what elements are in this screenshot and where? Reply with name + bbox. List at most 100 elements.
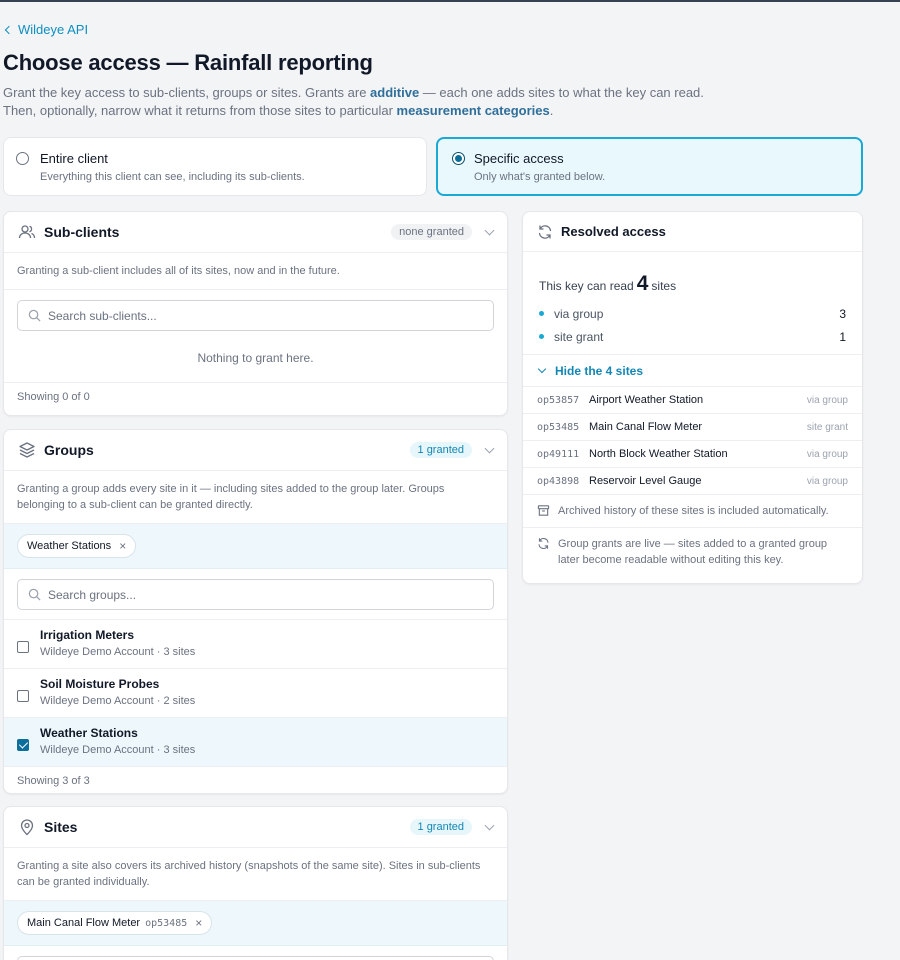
card-description: Granting a sub-client includes all of it…: [4, 253, 507, 290]
list-footer: Showing 0 of 0: [17, 391, 90, 403]
card-title: Sub-clients: [44, 224, 120, 240]
mode-option-entire-client[interactable]: Entire client Everything this client can…: [3, 137, 427, 196]
site-name: North Block Weather Station: [589, 448, 728, 460]
breakdown-count: 1: [839, 329, 846, 344]
checkbox[interactable]: [17, 641, 29, 653]
group-row[interactable]: Weather Stations Wildeye Demo Account · 3…: [4, 718, 507, 767]
refresh-icon: [538, 537, 549, 550]
archive-icon: [537, 505, 550, 516]
intro-text: Then, optionally, narrow what it returns…: [3, 103, 397, 118]
mode-description: Everything this client can see, includin…: [40, 171, 305, 183]
sites-card: Sites 1 granted Granting a site also cov…: [3, 806, 508, 960]
site-code: op53857: [537, 394, 580, 406]
summary-text: This key can read: [539, 279, 634, 293]
search-input[interactable]: [48, 308, 493, 323]
page-intro: Grant the key access to sub-clients, gro…: [3, 84, 723, 120]
chevron-left-icon: [4, 25, 14, 34]
list-footer: Showing 3 of 3: [17, 775, 90, 787]
chevron-down-icon[interactable]: [484, 443, 495, 453]
groups-search[interactable]: [17, 579, 494, 610]
resolved-site-row: op49111 North Block Weather Station via gr…: [523, 441, 862, 468]
resolved-header: Resolved access: [523, 212, 862, 252]
site-code: op49111: [537, 448, 580, 460]
mode-description: Only what's granted below.: [474, 171, 606, 183]
bullet-dot-icon: [539, 334, 544, 339]
remove-icon[interactable]: ×: [195, 916, 202, 930]
archive-note: Archived history of these sites is inclu…: [523, 495, 862, 527]
group-list: Irrigation Meters Wildeye Demo Account · …: [4, 619, 507, 767]
checkbox[interactable]: [17, 690, 29, 702]
status-badge: 1 granted: [409, 442, 472, 458]
site-source: site grant: [806, 421, 848, 433]
subclients-header[interactable]: Sub-clients none granted: [4, 212, 507, 253]
granted-chip: Main Canal Flow Meter op53485 ×: [17, 911, 213, 935]
page-title: Choose access — Rainfall reporting: [3, 50, 373, 75]
radio-selected-icon[interactable]: [452, 152, 465, 165]
refresh-icon: [538, 224, 552, 239]
search-input[interactable]: [48, 587, 493, 602]
breakdown-count: 3: [839, 306, 846, 321]
sites-header[interactable]: Sites 1 granted: [4, 807, 507, 848]
chip-code: op53485: [145, 917, 188, 929]
location-pin-icon: [18, 818, 36, 836]
breakdown-item: site grant 1: [539, 325, 846, 348]
hide-sites-toggle[interactable]: Hide the 4 sites: [523, 354, 862, 387]
radio-unselected-icon[interactable]: [16, 152, 29, 165]
group-name: Weather Stations: [40, 726, 138, 740]
chevron-down-icon: [537, 364, 547, 373]
site-name: Main Canal Flow Meter: [589, 421, 703, 433]
chip-label: Main Canal Flow Meter: [27, 917, 141, 929]
group-row[interactable]: Irrigation Meters Wildeye Demo Account · …: [4, 620, 507, 669]
chevron-down-icon[interactable]: [484, 820, 495, 830]
group-meta: Wildeye Demo Account · 3 sites: [40, 744, 196, 756]
intro-text: .: [549, 103, 554, 118]
group-row[interactable]: Soil Moisture Probes Wildeye Demo Account…: [4, 669, 507, 718]
group-name: Soil Moisture Probes: [40, 677, 160, 691]
breakdown-label: via group: [554, 306, 604, 321]
search-icon: [28, 588, 41, 601]
site-name: Reservoir Level Gauge: [589, 475, 702, 487]
sites-search[interactable]: [17, 956, 494, 960]
back-link-label: Wildeye API: [18, 22, 89, 37]
chevron-down-icon[interactable]: [484, 225, 495, 235]
note-text: Group grants are live — sites added to a…: [558, 538, 828, 566]
resolved-site-row: op53485 Main Canal Flow Meter site grant: [523, 414, 862, 441]
back-link[interactable]: Wildeye API: [4, 22, 89, 37]
checkbox-checked[interactable]: [17, 739, 29, 751]
intro-text: — each one adds sites to what the key ca…: [419, 85, 704, 100]
site-name: Airport Weather Station: [589, 394, 704, 406]
status-badge: none granted: [391, 224, 472, 240]
breakdown-list: via group 3 site grant 1: [523, 302, 862, 348]
groups-header[interactable]: Groups 1 granted: [4, 430, 507, 471]
group-meta: Wildeye Demo Account · 3 sites: [40, 646, 196, 658]
toggle-label: Hide the 4 sites: [555, 363, 644, 378]
mode-title: Entire client: [40, 151, 108, 166]
groups-card: Groups 1 granted Granting a group adds e…: [3, 429, 508, 794]
breakdown-label: site grant: [554, 329, 604, 344]
card-description: Granting a site also covers its archived…: [4, 848, 507, 901]
chip-label: Weather Stations: [27, 540, 112, 552]
resolved-site-row: op43898 Reservoir Level Gauge via group: [523, 468, 862, 495]
card-title: Groups: [44, 442, 94, 458]
resolved-access-panel: Resolved access This key can read 4 sites …: [522, 211, 863, 584]
mode-option-specific-access[interactable]: Specific access Only what's granted belo…: [436, 137, 863, 196]
intro-keyword-categories[interactable]: measurement categories: [397, 103, 550, 118]
intro-keyword-additive: additive: [370, 85, 420, 100]
bullet-dot-icon: [539, 311, 544, 316]
site-source: via group: [806, 448, 848, 460]
group-name: Irrigation Meters: [40, 628, 135, 642]
resolved-summary: This key can read 4 sites: [523, 252, 862, 296]
resolved-site-row: op53857 Airport Weather Station via group: [523, 387, 862, 414]
empty-state: Nothing to grant here.: [4, 341, 507, 383]
card-title: Sites: [44, 819, 78, 835]
note-text: Archived history of these sites is inclu…: [558, 505, 829, 517]
site-count: 4: [636, 272, 649, 295]
users-icon: [18, 223, 36, 241]
subclients-search[interactable]: [17, 300, 494, 331]
group-meta: Wildeye Demo Account · 2 sites: [40, 695, 196, 707]
site-source: via group: [806, 475, 848, 487]
remove-icon[interactable]: ×: [119, 539, 126, 553]
layers-icon: [18, 441, 36, 459]
site-code: op53485: [537, 421, 580, 433]
site-source: via group: [806, 394, 848, 406]
